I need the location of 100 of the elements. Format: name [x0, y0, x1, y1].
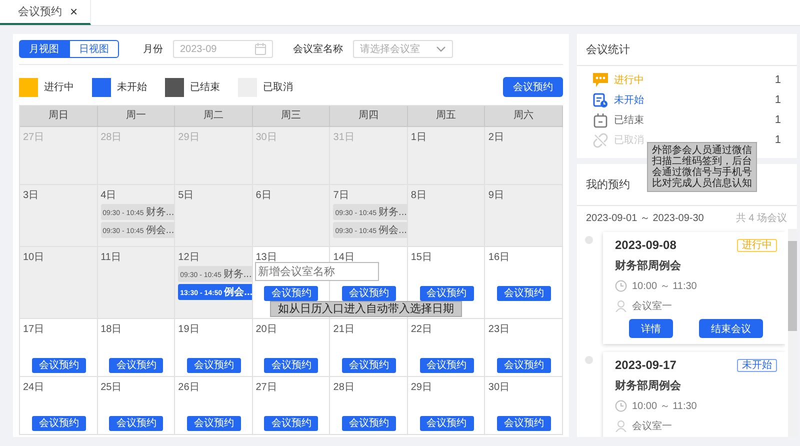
date-range: 2023-09-01 ～ 2023-09-30 — [586, 212, 704, 225]
day-number: 20日 — [256, 323, 277, 336]
room-name-field[interactable]: 新增会议室名称 — [255, 262, 379, 281]
book-meeting-button[interactable]: 会议预约 — [497, 416, 552, 431]
annotation-tooltip: 如从日历入口进入自动带入选择日期 — [270, 301, 462, 317]
day-cell[interactable]: 30日 会议预约 — [485, 377, 563, 435]
day-number: 8日 — [410, 189, 426, 202]
view-toggle[interactable]: 月视图 — [19, 40, 69, 58]
day-cell[interactable]: 20日 会议预约 — [252, 319, 330, 377]
book-meeting-button[interactable]: 会议预约 — [497, 286, 552, 301]
day-number: 13日 — [256, 251, 277, 264]
book-meeting-button[interactable]: 会议预约 — [420, 286, 474, 301]
user-icon — [615, 300, 627, 312]
day-number: 2日 — [488, 131, 504, 144]
book-meeting-button[interactable]: 会议预约 — [342, 286, 396, 301]
day-cell[interactable]: 17日 会议预约 — [20, 319, 98, 377]
card-button[interactable]: 结束会议 — [699, 319, 763, 338]
field-label: 会议室名称 — [293, 42, 343, 56]
day-cell[interactable]: 2日 — [485, 127, 563, 185]
day-number: 28日 — [333, 381, 354, 394]
meeting-date: 2023-09-17 — [615, 358, 676, 372]
page-tab[interactable]: 会议预约 × — [0, 0, 91, 25]
day-cell[interactable]: 1日 — [408, 127, 486, 185]
book-meeting-button[interactable]: 会议预约 — [503, 77, 563, 97]
day-cell[interactable]: 9日 — [485, 185, 563, 247]
book-meeting-button[interactable]: 会议预约 — [32, 358, 86, 373]
meeting-card[interactable]: 2023-09-17 未开始 财务部周例会 10:00 ～ 11:30 会议室一 — [603, 352, 785, 437]
day-cell[interactable]: 28日 会议预约 — [330, 377, 408, 435]
scrollbar[interactable] — [788, 229, 797, 437]
calendar-icon — [255, 43, 266, 55]
status-count: 1 — [774, 114, 781, 126]
event-title: 例会... — [224, 286, 252, 299]
card-button[interactable]: 详情 — [629, 319, 673, 338]
day-cell[interactable]: 27日 会议预约 — [252, 377, 330, 435]
chevron-down-icon — [436, 46, 446, 52]
day-cell[interactable]: 10日 — [20, 247, 98, 319]
day-cell[interactable]: 29日 会议预约 — [408, 377, 486, 435]
day-number: 1日 — [410, 131, 426, 144]
book-meeting-button[interactable]: 会议预约 — [32, 416, 86, 431]
book-meeting-button[interactable]: 会议预约 — [109, 358, 164, 373]
day-number: 31日 — [333, 131, 354, 144]
book-meeting-button[interactable]: 会议预约 — [264, 416, 318, 431]
day-number: 12日 — [178, 251, 200, 264]
day-number: 10日 — [23, 251, 44, 264]
day-number: 5日 — [178, 189, 194, 202]
event-title: 例会... — [378, 224, 407, 237]
day-cell[interactable]: 18日 会议预约 — [98, 319, 176, 377]
day-cell[interactable]: 6日 — [252, 185, 330, 247]
day-number: 30日 — [256, 131, 277, 144]
meeting-title: 财务部周例会 — [615, 258, 682, 273]
day-number: 17日 — [23, 323, 44, 336]
day-cell[interactable]: 8日 — [408, 185, 486, 247]
meeting-card[interactable]: 2023-09-08 进行中 财务部周例会 10:00 ～ 11:30 会议室一 详情 结束会议 — [603, 232, 785, 344]
day-number: 30日 — [488, 381, 510, 394]
meeting-time: 10:00 ～ 11:30 — [632, 280, 697, 293]
day-number: 29日 — [178, 131, 200, 144]
book-meeting-button[interactable]: 会议预约 — [497, 358, 552, 373]
day-cell[interactable]: 16日 会议预约 — [485, 247, 563, 319]
timeline-dot — [585, 236, 593, 244]
day-number: 9日 — [488, 189, 504, 202]
book-meeting-button[interactable]: 会议预约 — [342, 416, 396, 431]
day-cell[interactable]: 21日 会议预约 — [330, 319, 408, 377]
weekday-header: 周日 — [20, 106, 98, 127]
day-number: 21日 — [333, 323, 354, 336]
day-cell[interactable]: 5日 — [175, 185, 253, 247]
day-number: 29日 — [410, 381, 432, 394]
user-icon — [615, 420, 627, 432]
legend-label: 已结束 — [190, 80, 220, 94]
book-meeting-button[interactable]: 会议预约 — [342, 358, 396, 373]
status-label: 进行中 — [614, 74, 644, 87]
meeting-title: 财务部周例会 — [615, 378, 682, 393]
day-cell[interactable]: 24日 会议预约 — [20, 377, 98, 435]
day-number: 4日 — [100, 189, 116, 202]
book-meeting-button[interactable]: 会议预约 — [109, 416, 164, 431]
status-tag: 进行中 — [737, 238, 777, 252]
day-cell[interactable]: 19日 会议预约 — [175, 319, 253, 377]
day-cell[interactable]: 25日 会议预约 — [98, 377, 176, 435]
day-number: 15日 — [410, 251, 432, 264]
view-toggle[interactable]: 日视图 — [69, 40, 119, 58]
day-cell[interactable]: 3日 — [20, 185, 98, 247]
book-meeting-button[interactable]: 会议预约 — [186, 358, 241, 373]
annotation-tooltip: 外部参会人员通过微信扫描二维码签到，后台会通过微信号与手机号比对完成人员信息认知 — [647, 142, 757, 192]
weekday-header: 周六 — [485, 106, 563, 127]
day-cell[interactable]: 22日 会议预约 — [408, 319, 486, 377]
timeline-dot — [585, 356, 593, 364]
book-meeting-button[interactable]: 会议预约 — [264, 286, 318, 301]
meeting-room: 会议室一 — [632, 420, 672, 433]
day-cell[interactable]: 11日 — [98, 247, 176, 319]
day-number: 22日 — [410, 323, 432, 336]
day-number: 14日 — [333, 251, 354, 264]
day-cell[interactable]: 26日 会议预约 — [175, 377, 253, 435]
status-count: 1 — [774, 94, 781, 106]
book-meeting-button[interactable]: 会议预约 — [264, 358, 318, 373]
book-meeting-button[interactable]: 会议预约 — [186, 416, 241, 431]
book-meeting-button[interactable]: 会议预约 — [420, 416, 474, 431]
weekday-header: 周四 — [330, 106, 408, 127]
book-meeting-button[interactable]: 会议预约 — [420, 358, 474, 373]
weekday-header: 周一 — [98, 106, 176, 127]
close-icon[interactable]: × — [70, 4, 78, 19]
day-cell[interactable]: 23日 会议预约 — [485, 319, 563, 377]
